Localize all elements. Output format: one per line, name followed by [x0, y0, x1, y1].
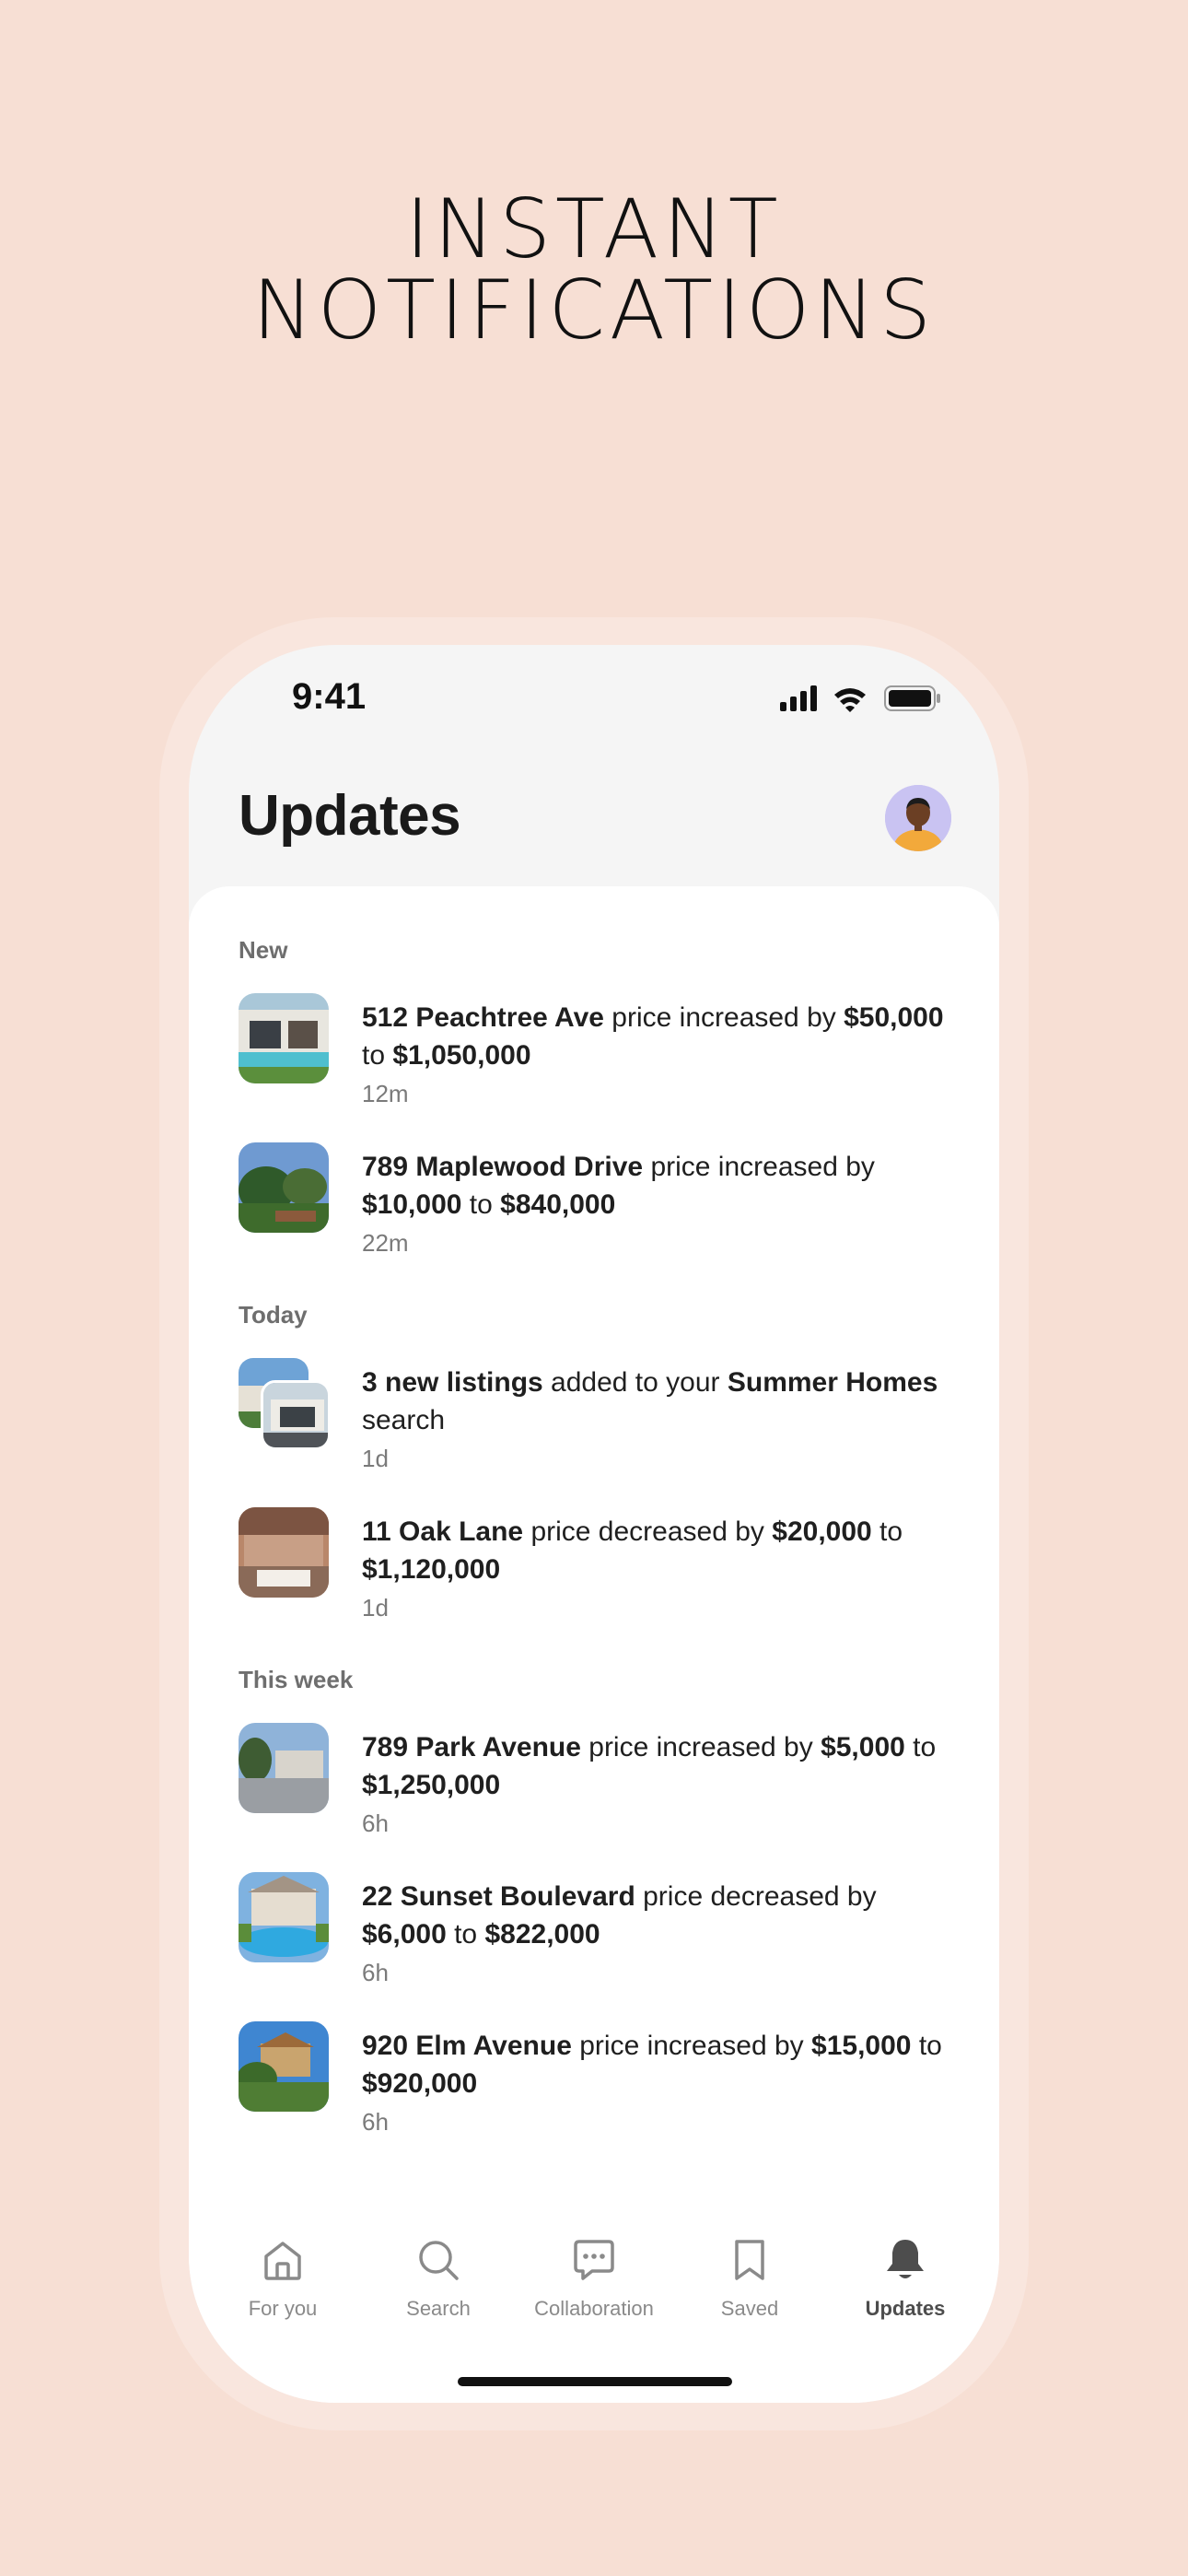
section-label-new: New [239, 936, 288, 964]
section-label-today: Today [239, 1301, 308, 1329]
tab-label: For you [248, 2297, 318, 2320]
signal-icon [780, 685, 817, 711]
status-icons [780, 684, 942, 715]
listing-thumbnail-stack [239, 1358, 331, 1450]
headline-line-1: INSTANT [405, 181, 783, 276]
notification-time: 6h [362, 1809, 389, 1837]
listing-thumbnail [239, 2021, 329, 2112]
wifi-icon [834, 688, 866, 712]
home-indicator [458, 2377, 732, 2386]
notification-text: to [362, 1040, 393, 1071]
headline: INSTANT NOTIFICATIONS [0, 189, 1188, 351]
notification-subject: 920 Elm Avenue [362, 2031, 572, 2061]
tab-label: Saved [720, 2297, 779, 2320]
notification-amount: $5,000 [821, 1732, 905, 1762]
section-label-this-week: This week [239, 1666, 354, 1693]
notification-time: 12m [362, 1080, 409, 1107]
notification-text: price increased by [643, 1152, 875, 1182]
avatar[interactable] [885, 785, 951, 851]
notification-text: price increased by [571, 2031, 812, 2061]
notification-text: to [461, 1189, 501, 1220]
listing-thumbnail [239, 1872, 329, 1962]
tab-label: Updates [865, 2297, 946, 2320]
battery-icon [884, 685, 940, 711]
notification-text: price increased by [603, 1002, 844, 1033]
tab-search[interactable]: Search [360, 2234, 517, 2321]
notification-subject: 789 Park Avenue [362, 1732, 581, 1762]
page-title: Updates [239, 784, 461, 848]
tab-label: Search [406, 2297, 471, 2320]
notification-price: $1,050,000 [392, 1040, 531, 1071]
status-time: 9:41 [292, 676, 367, 717]
home-icon [264, 2242, 301, 2280]
notification-time: 1d [362, 1445, 389, 1472]
notification-subject: 789 Maplewood Drive [362, 1152, 644, 1182]
notification-text: price increased by [580, 1732, 821, 1762]
tab-bar: For you Search Collaboration Saved Updat… [189, 2234, 999, 2336]
headline-line-2: NOTIFICATIONS [252, 263, 936, 357]
notification-price: $840,000 [500, 1189, 616, 1220]
notification-text: to [904, 1732, 937, 1762]
notification-subject: 22 Sunset Boulevard [362, 1881, 635, 1912]
notification-subject: 512 Peachtree Ave [362, 1002, 604, 1033]
notification-amount: $20,000 [772, 1516, 872, 1547]
listing-thumbnail [239, 1723, 329, 1813]
chat-icon [574, 2240, 614, 2280]
notification-subject: 3 new listings [362, 1367, 543, 1398]
notification-price: $920,000 [362, 2068, 478, 2099]
notification-text: added to your [542, 1367, 728, 1398]
notification-search-name: Summer Homes [727, 1367, 938, 1398]
notification-price: $1,120,000 [362, 1554, 501, 1585]
notification-time: 1d [362, 1594, 389, 1622]
notification-amount: $10,000 [362, 1189, 462, 1220]
notification-text: price decreased by [523, 1516, 773, 1547]
tab-saved[interactable]: Saved [671, 2234, 828, 2321]
notification-text: price decreased by [635, 1881, 877, 1912]
tab-updates[interactable]: Updates [827, 2234, 984, 2321]
search-icon [419, 2241, 459, 2280]
notification-text: to [446, 1919, 485, 1950]
notification-text: to [911, 2031, 942, 2061]
bell-icon [887, 2240, 924, 2278]
tab-for-you[interactable]: For you [204, 2234, 361, 2321]
bookmark-icon [735, 2240, 764, 2280]
notification-time: 6h [362, 1959, 389, 1986]
phone-screen: 9:41 Updates New 512 Peachtree Ave price… [189, 645, 999, 2403]
listing-thumbnail [239, 993, 329, 1083]
notification-amount: $15,000 [811, 2031, 912, 2061]
notification-price: $822,000 [484, 1919, 600, 1950]
tab-collaboration[interactable]: Collaboration [516, 2234, 672, 2321]
listing-thumbnail [239, 1142, 329, 1233]
notification-subject: 11 Oak Lane [362, 1516, 524, 1547]
notification-time: 6h [362, 2108, 389, 2136]
listing-thumbnail [239, 1507, 329, 1598]
notification-time: 22m [362, 1229, 409, 1257]
notification-amount: $50,000 [844, 1002, 944, 1033]
notification-price: $1,250,000 [362, 1770, 501, 1800]
notification-amount: $6,000 [362, 1919, 447, 1950]
notification-text: search [362, 1405, 446, 1435]
notification-text: to [871, 1516, 903, 1547]
tab-label: Collaboration [534, 2297, 654, 2320]
updates-sheet: New 512 Peachtree Ave price increased by… [189, 886, 999, 2403]
